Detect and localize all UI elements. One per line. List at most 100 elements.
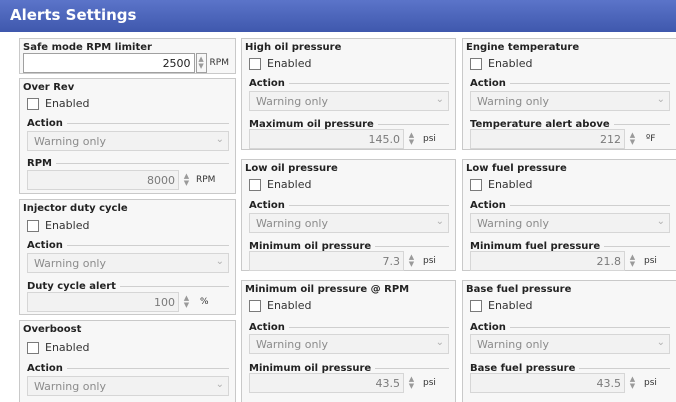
checkbox-label: Enabled xyxy=(45,97,90,110)
low-oil-action-select[interactable]: Warning only ⌄ xyxy=(249,213,449,233)
rpm-spinner[interactable]: ▲ ▼ xyxy=(181,170,192,190)
temp-alert-spinner[interactable]: ▲ ▼ xyxy=(627,129,638,149)
checkbox-box[interactable] xyxy=(27,97,39,110)
low-oil-action-group: Action xyxy=(249,199,449,211)
overboost-enabled-checkbox[interactable]: Enabled xyxy=(27,341,89,354)
select-value: Warning only xyxy=(34,135,106,148)
over-rev-rpm-input[interactable]: 8000 xyxy=(27,170,179,190)
min-oil-pressure-rpm-input[interactable]: 43.5 xyxy=(249,373,404,393)
duty-cycle-spinner[interactable]: ▲ ▼ xyxy=(181,292,192,312)
checkbox-label: Enabled xyxy=(267,299,312,312)
action-label: Action xyxy=(249,321,285,333)
min-oil-rpm-action-select[interactable]: Warning only ⌄ xyxy=(249,334,449,354)
over-rev-enabled-checkbox[interactable]: Enabled xyxy=(27,97,89,110)
spin-down-icon[interactable]: ▼ xyxy=(409,139,414,146)
select-value: Warning only xyxy=(477,95,549,108)
injector-alert-row: 100 ▲ ▼ % xyxy=(27,292,229,312)
checkbox-box[interactable] xyxy=(249,299,261,312)
spin-down-icon[interactable]: ▼ xyxy=(198,63,203,70)
checkbox-label: Enabled xyxy=(488,178,533,191)
min-fuel-pressure-input[interactable]: 21.8 xyxy=(470,251,625,271)
alerts-content: Safe mode RPM limiter 2500 ▲ ▼ RPM Over … xyxy=(0,32,676,402)
checkbox-label: Enabled xyxy=(45,219,90,232)
checkbox-box[interactable] xyxy=(470,57,482,70)
spin-down-icon[interactable]: ▼ xyxy=(630,261,635,268)
duty-cycle-unit: % xyxy=(200,297,209,307)
injector-panel: Injector duty cycle Enabled Action Warni… xyxy=(19,199,236,315)
checkbox-box[interactable] xyxy=(249,57,261,70)
safe-mode-rpm-input[interactable]: 2500 xyxy=(23,53,195,73)
engine-temp-panel: Engine temperature Enabled Action Warnin… xyxy=(462,38,676,150)
over-rev-action-select[interactable]: Warning only ⌄ xyxy=(27,131,229,151)
base-fuel-pressure-input[interactable]: 43.5 xyxy=(470,373,625,393)
checkbox-box[interactable] xyxy=(470,178,482,191)
min-oil-pressure-rpm-spinner[interactable]: ▲ ▼ xyxy=(406,373,417,393)
rpm-label: RPM xyxy=(27,157,52,169)
overboost-title: Overboost xyxy=(23,324,82,335)
chevron-down-icon: ⌄ xyxy=(435,94,444,105)
select-value: Warning only xyxy=(34,380,106,393)
overboost-action-select[interactable]: Warning only ⌄ xyxy=(27,376,229,396)
spin-down-icon[interactable]: ▼ xyxy=(630,139,635,146)
over-rev-title: Over Rev xyxy=(23,82,75,93)
min-oil-rpm-enabled-checkbox[interactable]: Enabled xyxy=(249,299,311,312)
action-label: Action xyxy=(27,362,63,374)
engine-temp-enabled-checkbox[interactable]: Enabled xyxy=(470,57,532,70)
low-fuel-action-select[interactable]: Warning only ⌄ xyxy=(470,213,670,233)
chevron-down-icon: ⌄ xyxy=(656,337,665,348)
checkbox-label: Enabled xyxy=(488,299,533,312)
min-oil-pressure-spinner[interactable]: ▲ ▼ xyxy=(406,251,417,271)
temp-alert-input[interactable]: 212 xyxy=(470,129,625,149)
min-oil-pressure-label: Minimum oil pressure xyxy=(249,240,372,252)
checkbox-box[interactable] xyxy=(470,299,482,312)
high-oil-action-group: Action xyxy=(249,77,449,89)
spin-down-icon[interactable]: ▼ xyxy=(184,302,189,309)
chevron-down-icon: ⌄ xyxy=(435,216,444,227)
checkbox-box[interactable] xyxy=(249,178,261,191)
base-fuel-action-select[interactable]: Warning only ⌄ xyxy=(470,334,670,354)
injector-enabled-checkbox[interactable]: Enabled xyxy=(27,219,89,232)
low-fuel-enabled-checkbox[interactable]: Enabled xyxy=(470,178,532,191)
engine-temp-value-row: 212 ▲ ▼ ºF xyxy=(470,129,670,149)
chevron-down-icon: ⌄ xyxy=(215,256,224,267)
safe-mode-row: 2500 ▲ ▼ RPM xyxy=(23,53,229,73)
high-oil-action-select[interactable]: Warning only ⌄ xyxy=(249,91,449,111)
min-oil-rpm-title: Minimum oil pressure @ RPM xyxy=(245,284,410,295)
engine-temp-title: Engine temperature xyxy=(466,42,580,53)
base-fuel-pressure-spinner[interactable]: ▲ ▼ xyxy=(627,373,638,393)
action-label: Action xyxy=(470,321,506,333)
min-fuel-pressure-spinner[interactable]: ▲ ▼ xyxy=(627,251,638,271)
high-oil-enabled-checkbox[interactable]: Enabled xyxy=(249,57,311,70)
action-label: Action xyxy=(249,199,285,211)
action-label: Action xyxy=(27,117,63,129)
max-oil-pressure-input[interactable]: 145.0 xyxy=(249,129,404,149)
chevron-down-icon: ⌄ xyxy=(215,134,224,145)
psi-unit: psi xyxy=(423,134,436,144)
low-oil-enabled-checkbox[interactable]: Enabled xyxy=(249,178,311,191)
max-oil-pressure-spinner[interactable]: ▲ ▼ xyxy=(406,129,417,149)
duty-cycle-input[interactable]: 100 xyxy=(27,292,179,312)
window-title: Alerts Settings xyxy=(0,0,676,32)
chevron-down-icon: ⌄ xyxy=(435,337,444,348)
high-oil-value-row: 145.0 ▲ ▼ psi xyxy=(249,129,449,149)
spin-down-icon[interactable]: ▼ xyxy=(409,383,414,390)
spin-down-icon[interactable]: ▼ xyxy=(630,383,635,390)
checkbox-box[interactable] xyxy=(27,219,39,232)
engine-temp-action-select[interactable]: Warning only ⌄ xyxy=(470,91,670,111)
checkbox-label: Enabled xyxy=(488,57,533,70)
safe-mode-spinner[interactable]: ▲ ▼ xyxy=(195,53,207,73)
injector-action-select[interactable]: Warning only ⌄ xyxy=(27,253,229,273)
low-oil-panel: Low oil pressure Enabled Action Warning … xyxy=(241,159,456,271)
select-value: Warning only xyxy=(477,338,549,351)
checkbox-label: Enabled xyxy=(267,57,312,70)
min-oil-pressure-input[interactable]: 7.3 xyxy=(249,251,404,271)
over-rev-rpm-group: RPM xyxy=(27,157,229,169)
checkbox-box[interactable] xyxy=(27,341,39,354)
select-value: Warning only xyxy=(256,217,328,230)
base-fuel-enabled-checkbox[interactable]: Enabled xyxy=(470,299,532,312)
action-label: Action xyxy=(470,77,506,89)
spin-down-icon[interactable]: ▼ xyxy=(409,261,414,268)
psi-unit: psi xyxy=(644,256,657,266)
spin-down-icon[interactable]: ▼ xyxy=(184,180,189,187)
min-oil-pressure-label: Minimum oil pressure xyxy=(249,362,372,374)
